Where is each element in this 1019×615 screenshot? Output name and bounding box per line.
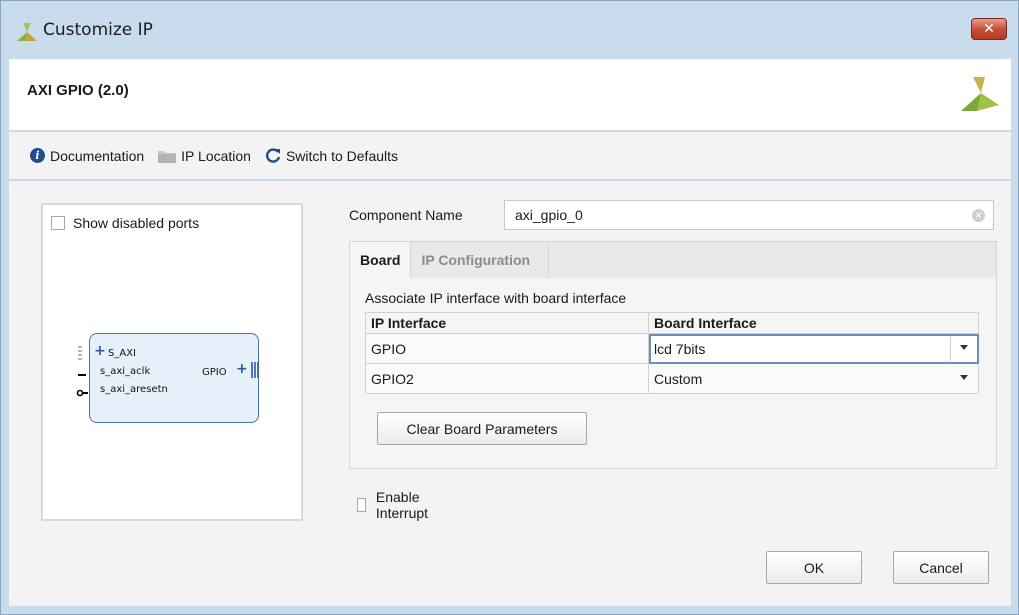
ip-title: AXI GPIO (2.0) — [27, 82, 129, 99]
board-interface-select[interactable]: Custom — [648, 363, 979, 394]
component-name-label: Component Name — [349, 207, 463, 223]
ip-block-symbol: + S_AXI s_axi_aclk s_axi_aresetn GPIO + — [76, 333, 259, 423]
port-s-axi-aclk: s_axi_aclk — [100, 366, 151, 377]
chevron-down-icon[interactable] — [960, 375, 968, 380]
title-bar: Customize IP ✕ — [1, 1, 1018, 59]
board-interface-value: lcd 7bits — [654, 340, 706, 357]
enable-interrupt-checkbox[interactable]: Enable Interrupt — [357, 489, 433, 521]
dialog-body: Show disabled ports + S_AXI s_axi_aclk s… — [9, 181, 1011, 606]
ip-location-button[interactable]: IP Location — [158, 148, 251, 164]
ip-location-label: IP Location — [181, 147, 251, 164]
close-icon: ✕ — [983, 21, 995, 37]
customize-ip-window: Customize IP ✕ AXI GPIO (2.0) i Document… — [0, 0, 1019, 615]
documentation-label: Documentation — [50, 147, 145, 164]
ok-button[interactable]: OK — [766, 551, 862, 584]
refresh-icon — [265, 147, 281, 164]
window-title: Customize IP — [43, 20, 153, 40]
bus-pin-marker — [251, 362, 259, 378]
show-disabled-ports-label: Show disabled ports — [73, 215, 200, 231]
folder-icon — [158, 149, 177, 163]
xilinx-logo-icon — [17, 23, 37, 41]
port-gpio: GPIO — [202, 367, 227, 378]
ip-header: AXI GPIO (2.0) — [9, 59, 1011, 131]
tab-board[interactable]: Board — [350, 242, 412, 278]
component-name-input[interactable]: axi_gpio_0 × — [504, 200, 994, 230]
plus-icon: + — [236, 361, 248, 377]
board-interface-value: Custom — [654, 370, 703, 387]
component-name-value: axi_gpio_0 — [515, 207, 583, 223]
checkbox-box[interactable] — [357, 498, 366, 512]
checkbox-box[interactable] — [51, 216, 65, 230]
toolbar: i Documentation IP Location Switch to De… — [9, 132, 1011, 180]
chevron-down-icon[interactable] — [960, 345, 968, 350]
plus-icon: + — [94, 343, 106, 359]
dropdown-divider — [950, 337, 951, 361]
board-heading: Associate IP interface with board interf… — [365, 290, 627, 306]
config-tabs: Board IP Configuration Associate IP inte… — [349, 241, 997, 469]
ip-interface-cell: GPIO — [365, 333, 649, 364]
table-row: GPIO lcd 7bits — [365, 333, 979, 364]
clear-text-icon[interactable]: × — [972, 209, 985, 222]
board-tab-content: Associate IP interface with board interf… — [350, 278, 996, 468]
column-header-ip-interface: IP Interface — [365, 312, 649, 334]
table-row: GPIO2 Custom — [365, 363, 979, 394]
ip-symbol-panel: Show disabled ports + S_AXI s_axi_aclk s… — [41, 203, 303, 521]
switch-to-defaults-label: Switch to Defaults — [285, 147, 399, 164]
info-icon: i — [30, 148, 45, 163]
switch-to-defaults-button[interactable]: Switch to Defaults — [265, 148, 398, 164]
ip-interface-cell: GPIO2 — [365, 363, 649, 394]
port-s-axi: S_AXI — [108, 348, 136, 359]
enable-interrupt-label: Enable Interrupt — [375, 489, 429, 521]
column-header-board-interface: Board Interface — [648, 312, 979, 334]
cancel-button[interactable]: Cancel — [893, 551, 989, 584]
show-disabled-ports-checkbox[interactable]: Show disabled ports — [51, 215, 199, 231]
tab-bar: Board IP Configuration — [350, 242, 550, 278]
board-interface-select[interactable]: lcd 7bits — [648, 333, 979, 364]
close-button[interactable]: ✕ — [971, 18, 1007, 40]
clear-board-parameters-button[interactable]: Clear Board Parameters — [377, 412, 587, 445]
documentation-button[interactable]: i Documentation — [30, 148, 144, 164]
port-s-axi-aresetn: s_axi_aresetn — [100, 384, 168, 395]
xilinx-logo-icon — [961, 77, 999, 111]
table-header-row: IP Interface Board Interface — [365, 312, 979, 334]
board-interface-table: IP Interface Board Interface GPIO lcd 7b… — [365, 312, 979, 394]
tab-ip-configuration[interactable]: IP Configuration — [411, 242, 550, 278]
